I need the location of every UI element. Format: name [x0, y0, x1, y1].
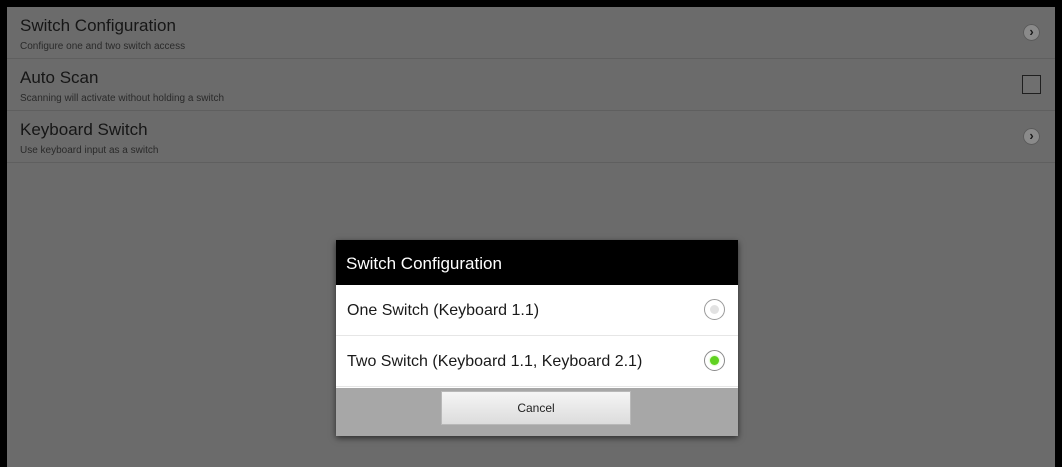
setting-title: Auto Scan	[20, 68, 99, 87]
setting-title: Switch Configuration	[20, 16, 176, 35]
option-one-switch[interactable]: One Switch (Keyboard 1.1)	[336, 285, 738, 336]
setting-auto-scan[interactable]: Auto Scan Scanning will activate without…	[7, 59, 1055, 111]
setting-summary: Scanning will activate without holding a…	[20, 93, 224, 104]
radio-checked-icon[interactable]	[704, 350, 725, 371]
setting-keyboard-switch[interactable]: Keyboard Switch Use keyboard input as a …	[7, 111, 1055, 163]
option-two-switch[interactable]: Two Switch (Keyboard 1.1, Keyboard 2.1)	[336, 336, 738, 387]
dialog-button-bar: Cancel	[336, 388, 738, 436]
setting-switch-configuration[interactable]: Switch Configuration Configure one and t…	[7, 7, 1055, 59]
option-label: One Switch (Keyboard 1.1)	[347, 302, 540, 319]
setting-title: Keyboard Switch	[20, 120, 148, 139]
radio-dot	[710, 305, 719, 314]
radio-dot	[710, 356, 719, 365]
app-window: Switch Configuration Configure one and t…	[7, 7, 1055, 467]
chevron-right-icon[interactable]: ›	[1023, 128, 1040, 145]
switch-configuration-dialog: Switch Configuration One Switch (Keyboar…	[336, 240, 738, 436]
setting-summary: Use keyboard input as a switch	[20, 145, 159, 156]
setting-summary: Configure one and two switch access	[20, 41, 186, 52]
auto-scan-checkbox[interactable]	[1022, 75, 1041, 94]
cancel-button[interactable]: Cancel	[441, 391, 631, 425]
chevron-right-icon[interactable]: ›	[1023, 24, 1040, 41]
settings-list: Switch Configuration Configure one and t…	[7, 7, 1055, 163]
dialog-title: Switch Configuration	[336, 240, 738, 285]
radio-unchecked-icon[interactable]	[704, 299, 725, 320]
option-label: Two Switch (Keyboard 1.1, Keyboard 2.1)	[347, 353, 643, 370]
